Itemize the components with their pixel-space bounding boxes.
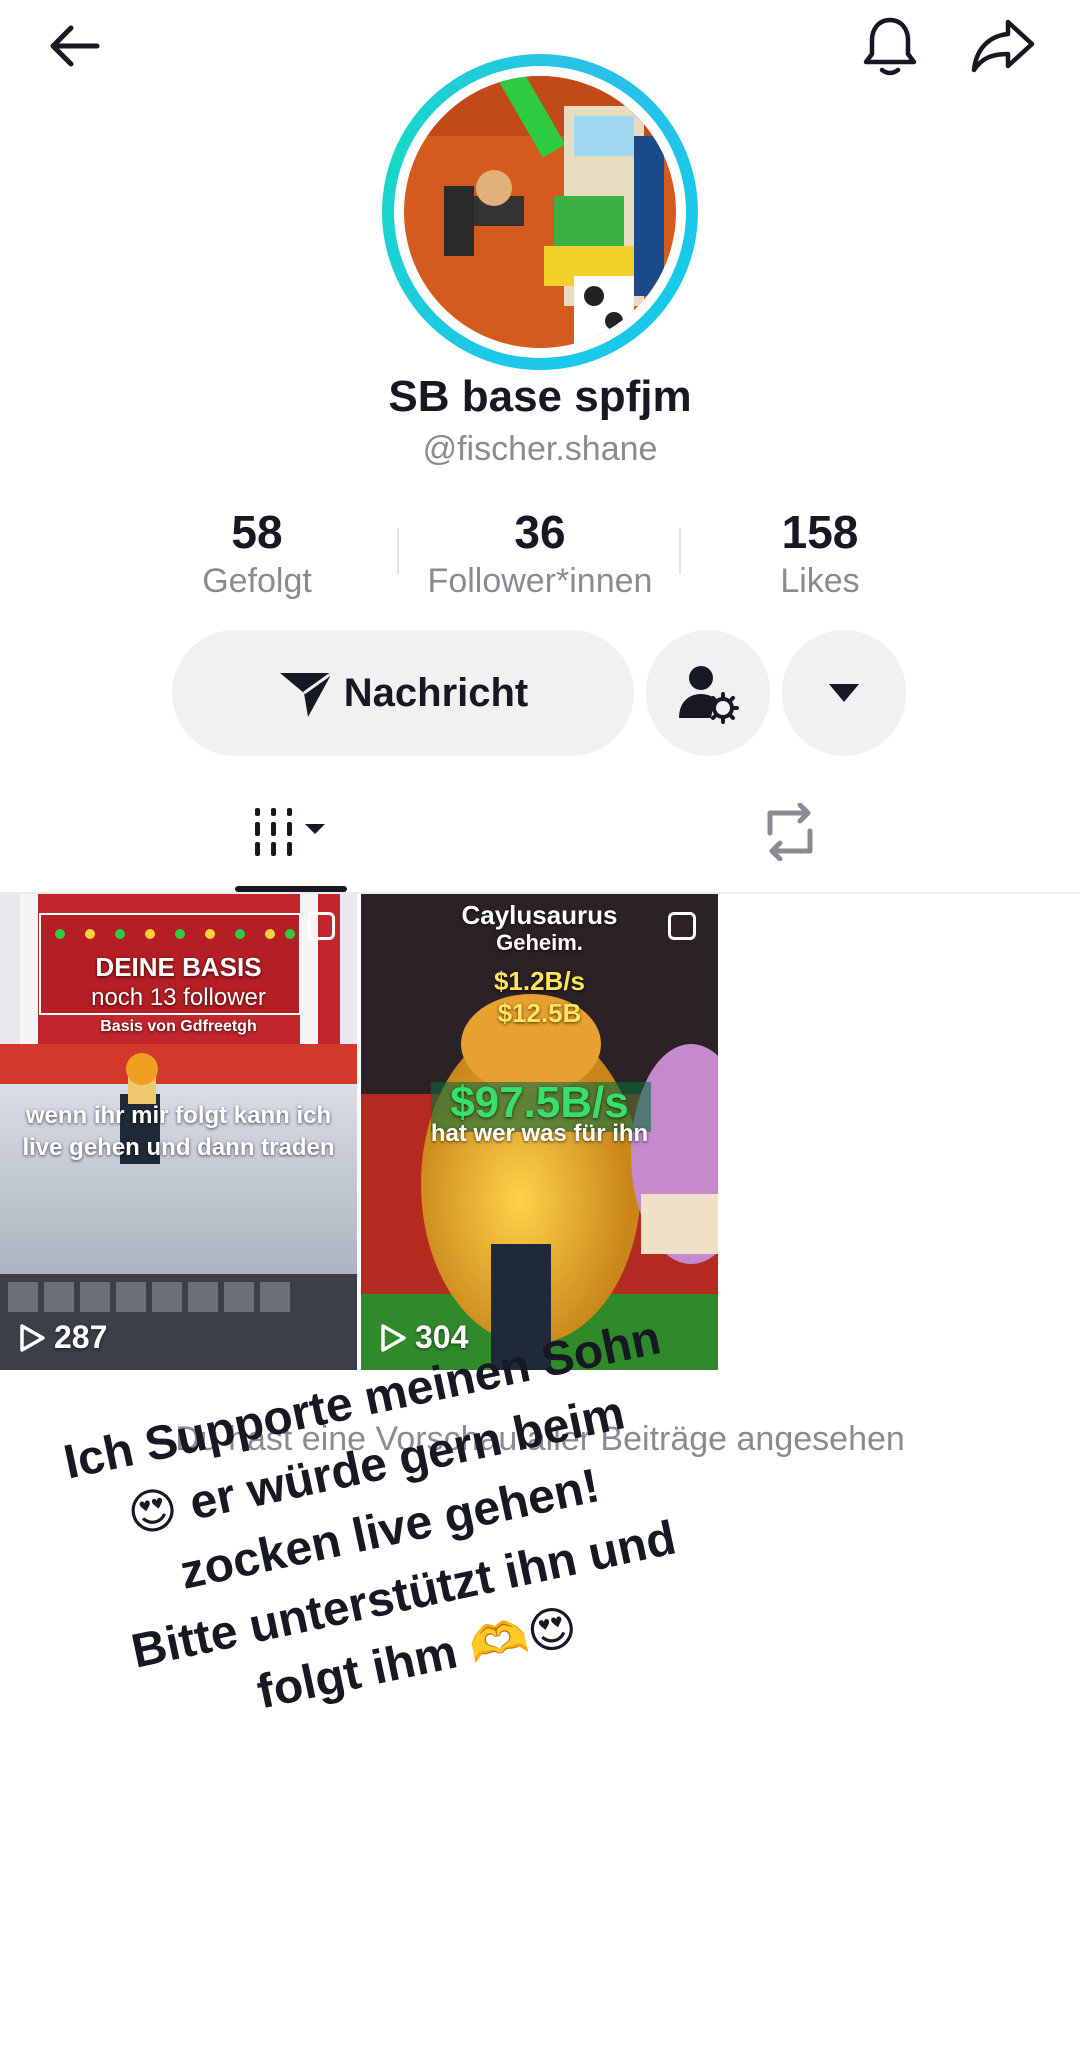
video-caption: hat wer was für ihn (430, 1120, 649, 1147)
stat-followers-value: 36 (514, 506, 566, 558)
profile-stats: 58 Gefolgt 36 Follower*innen 158 Likes (0, 504, 1080, 604)
stat-divider (679, 528, 681, 574)
pinned-badge (668, 912, 696, 940)
stat-followers[interactable]: 36 Follower*innen (400, 504, 680, 601)
friend-settings-button[interactable] (646, 630, 770, 756)
send-icon (279, 671, 333, 717)
video-caption: wenn ihr mir folgt kann ich (25, 1102, 332, 1129)
share-button[interactable] (955, 6, 1050, 86)
back-button[interactable] (30, 6, 120, 86)
repost-icon (767, 803, 813, 861)
profile-display-name: SB base spfjm (388, 372, 692, 421)
scene-text: $1.2B/s (493, 966, 586, 996)
avatar (404, 76, 676, 348)
scene-text: Basis von Gdfreetgh (100, 1018, 257, 1035)
text-sticker: Ich Supporte meinen Sohn 😍 er würde gern… (43, 1302, 738, 1759)
stat-likes[interactable]: 158 Likes (680, 504, 960, 601)
message-button[interactable]: Nachricht (172, 630, 634, 756)
tab-reposts[interactable] (730, 770, 850, 894)
caret-down-icon (829, 684, 859, 702)
content-tabs (0, 770, 1080, 894)
view-count-value: 287 (54, 1319, 108, 1355)
scene-text: Geheim. (496, 930, 583, 955)
grid-bars-icon (255, 808, 325, 856)
stat-divider (397, 528, 399, 574)
stat-following-value: 58 (231, 506, 283, 558)
avatar-ring[interactable] (382, 54, 698, 370)
stat-following[interactable]: 58 Gefolgt (117, 504, 397, 601)
video-thumbnail[interactable]: Caylusaurus Geheim. $1.2B/s $12.5B $97.5… (361, 894, 718, 1370)
stat-likes-value: 158 (781, 506, 859, 558)
play-icon (381, 1323, 406, 1352)
stat-following-label: Gefolgt (202, 562, 312, 600)
back-arrow-icon (50, 25, 100, 67)
profile-handle: @fischer.shane (422, 430, 658, 468)
more-options-button[interactable] (782, 630, 906, 756)
stat-followers-label: Follower*innen (427, 562, 653, 600)
stat-likes-label: Likes (780, 562, 860, 600)
user-settings-icon (679, 666, 739, 724)
scene-text: $12.5B (497, 998, 582, 1028)
video-caption: live gehen und dann traden (22, 1134, 335, 1161)
scene-text: noch 13 follower (91, 984, 266, 1011)
scene-text: DEINE BASIS (95, 952, 262, 982)
scene-text: Caylusaurus (461, 900, 618, 930)
message-button-label: Nachricht (343, 670, 529, 715)
active-tab-indicator (235, 886, 347, 892)
share-icon (971, 19, 1034, 73)
notification-bell-button[interactable] (845, 6, 935, 86)
bell-icon (863, 17, 917, 76)
play-icon (20, 1323, 45, 1352)
profile-actions: Nachricht (0, 630, 1080, 756)
video-thumbnail[interactable]: DEINE BASIS noch 13 follower Basis von G… (0, 894, 357, 1370)
pinned-badge (307, 912, 335, 940)
view-count: 287 (18, 1319, 107, 1356)
tab-videos[interactable] (230, 770, 350, 894)
